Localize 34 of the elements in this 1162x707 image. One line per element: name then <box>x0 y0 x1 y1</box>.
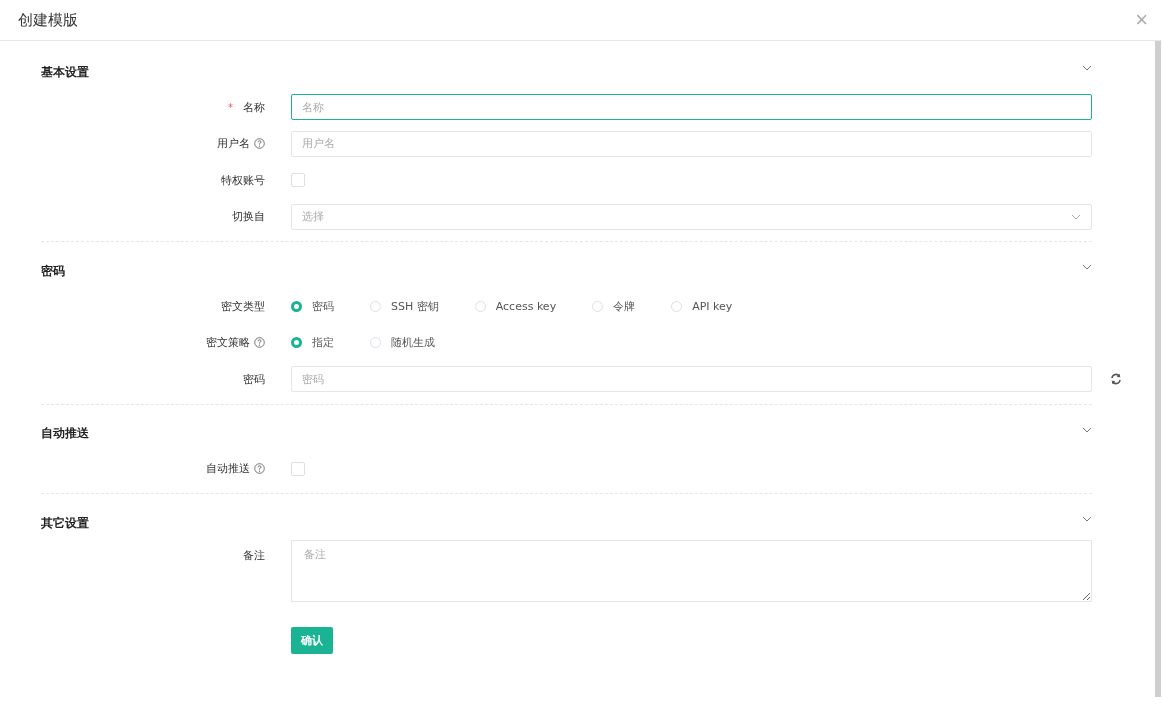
chevron-icon[interactable] <box>1082 65 1092 71</box>
radio-option[interactable]: SSH 密钥 <box>370 298 439 314</box>
checkbox[interactable] <box>291 173 305 188</box>
section-title: 基本设置 <box>41 63 89 81</box>
field-label: 名称 <box>243 99 265 115</box>
section-title: 自动推送 <box>41 425 89 442</box>
field-label: 特权账号 <box>221 172 265 188</box>
scrollbar[interactable] <box>1155 41 1161 697</box>
radio-option[interactable]: Access key <box>474 299 557 313</box>
chevron-icon <box>1071 213 1081 220</box>
chevron-icon[interactable] <box>1082 264 1092 270</box>
notes-field[interactable]: 备注 <box>291 540 1092 602</box>
section-title: 密码 <box>41 262 65 280</box>
text-field[interactable]: 名称 <box>291 94 1092 121</box>
radio-option[interactable]: API key <box>671 299 733 313</box>
password-field[interactable]: 密码 <box>291 366 1092 393</box>
radio-option[interactable]: 指定 <box>291 335 334 351</box>
field-label: 自动推送 <box>206 461 250 477</box>
field-label: 密文策略 <box>206 335 250 351</box>
required-mark: * <box>228 101 233 113</box>
field-label: 密文类型 <box>221 298 265 314</box>
section-title: 其它设置 <box>41 514 89 532</box>
checkbox[interactable] <box>291 461 305 476</box>
field-label: 密码 <box>243 371 265 387</box>
field-label: 切换自 <box>232 209 265 225</box>
chevron-icon[interactable] <box>1082 426 1092 433</box>
field-label: 用户名 <box>217 136 250 152</box>
refresh-icon[interactable] <box>1110 373 1122 386</box>
radio-option[interactable]: 密码 <box>291 298 334 314</box>
field-label: 备注 <box>243 548 265 563</box>
dialog-title: 创建模版 <box>18 10 78 30</box>
chevron-icon[interactable] <box>1082 516 1092 522</box>
radio-option[interactable]: 随机生成 <box>370 335 435 351</box>
radio-option[interactable]: 令牌 <box>592 298 636 314</box>
